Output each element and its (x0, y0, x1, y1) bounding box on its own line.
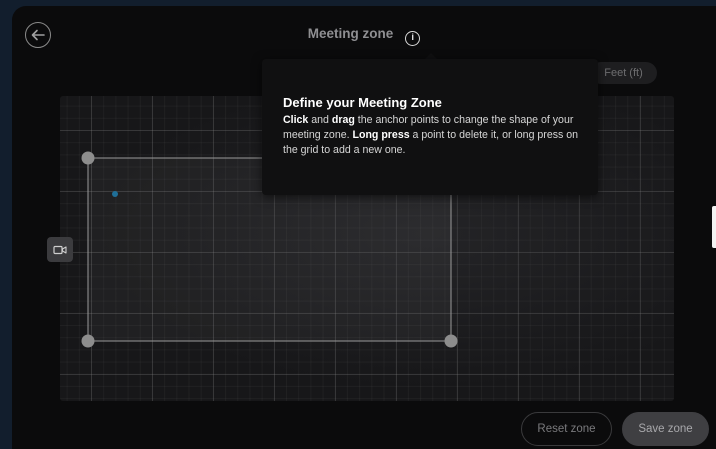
save-zone-button[interactable]: Save zone (622, 412, 709, 446)
anchor-point[interactable] (81, 334, 95, 348)
tooltip-text-bold: Click (283, 114, 309, 126)
units-toggle[interactable]: Feet (ft) (590, 62, 657, 84)
page-title-row: Meeting zone i (12, 26, 716, 46)
page-title: Meeting zone (307, 26, 394, 41)
info-icon[interactable]: i (405, 31, 421, 46)
tooltip-heading: Define your Meeting Zone (283, 95, 442, 110)
anchor-point[interactable] (81, 151, 95, 165)
anchor-point[interactable] (444, 334, 458, 348)
participant-dot (112, 191, 118, 197)
camera-icon (47, 237, 73, 262)
side-panel-handle[interactable] (712, 206, 716, 248)
tooltip-text-bold: drag (331, 114, 355, 126)
help-tooltip: Define your Meeting Zone Click and drag … (262, 59, 598, 195)
tooltip-text-bold: Long press (352, 129, 410, 141)
tooltip-text: and (308, 114, 332, 126)
meeting-zone-panel: Meeting zone i Feet (ft) Define your Meet… (12, 6, 716, 449)
tooltip-body: Click and drag the anchor points to chan… (283, 113, 580, 158)
reset-zone-button[interactable]: Reset zone (521, 412, 612, 446)
